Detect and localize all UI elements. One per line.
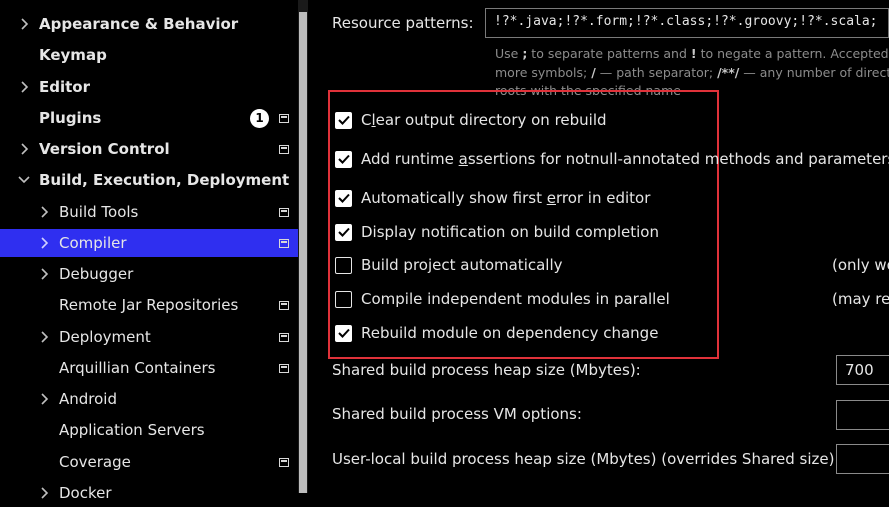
chevron-right-icon[interactable] [18,80,32,94]
tree-item-label: Coverage [59,453,131,471]
runtime-assertions-checkbox[interactable] [335,150,352,168]
show-first-error-option[interactable]: Automatically show first error in editor [335,187,650,209]
build-project-automatically-checkbox[interactable] [335,256,352,274]
project-settings-icon [279,207,289,217]
clear-output-directory-checkbox[interactable] [335,111,352,129]
tree-item-editor[interactable]: Editor [0,73,298,101]
user-heap-size-label: User-local build process heap size (Mbyt… [332,450,840,468]
tree-item-application-servers[interactable]: Application Servers [0,416,298,444]
tree-item-label: Docker [59,484,112,502]
tree-item-docker[interactable]: Docker [0,479,298,507]
chevron-right-icon[interactable] [38,236,52,250]
tree-item-keymap[interactable]: Keymap [0,41,298,69]
tree-item-deployment[interactable]: Deployment [0,323,298,351]
checkbox-label: Clear output directory on rebuild [361,111,607,129]
resource-patterns-hint-line-1: Use ; to separate patterns and ! to nega… [495,46,889,61]
tree-item-label: Editor [39,78,90,96]
tree-item-remote-jar-repositories[interactable]: Remote Jar Repositories [0,291,298,319]
chevron-right-icon[interactable] [18,142,32,156]
tree-item-label: Debugger [59,265,134,283]
compile-modules-parallel-option[interactable]: Compile independent modules in parallel [335,288,670,310]
tree-item-label: Build Tools [59,203,139,221]
tree-item-label: Deployment [59,328,151,346]
project-settings-icon [279,113,289,123]
tree-item-label: Version Control [39,140,170,158]
checkbox-label: Rebuild module on dependency change [361,324,659,342]
chevron-right-icon[interactable] [38,267,52,281]
tree-item-debugger[interactable]: Debugger [0,260,298,288]
rebuild-module-dependency-option[interactable]: Rebuild module on dependency change [335,322,658,344]
project-settings-icon [279,300,289,310]
compile-modules-parallel-checkbox[interactable] [335,290,352,308]
chevron-right-icon[interactable] [38,205,52,219]
project-settings-icon [279,144,289,154]
checkbox-label: Add runtime assertions for notnull-annot… [361,150,889,168]
project-settings-icon [279,332,289,342]
project-settings-icon [279,238,289,248]
sidebar-scrollbar-thumb[interactable] [299,12,307,493]
build-automatically-note: (only wo [832,256,889,274]
chevron-down-icon[interactable] [17,173,31,187]
chevron-right-icon[interactable] [38,392,52,406]
resource-patterns-input[interactable]: !?*.java;!?*.form;!?*.class;!?*.groovy;!… [485,8,889,38]
vm-options-input[interactable] [836,400,889,430]
tree-item-label: Appearance & Behavior [39,15,239,33]
tree-item-version-control[interactable]: Version Control [0,135,298,163]
tree-item-compiler[interactable]: Compiler [0,229,298,257]
tree-item-build-tools[interactable]: Build Tools [0,198,298,226]
checkbox-label: Compile independent modules in parallel [361,290,670,308]
heap-size-label: Shared build process heap size (Mbytes): [332,361,641,379]
build-project-automatically-option[interactable]: Build project automatically [335,254,563,276]
checkbox-label: Display notification on build completion [361,223,659,241]
tree-item-label: Remote Jar Repositories [59,296,239,314]
checkbox-label: Automatically show first error in editor [361,189,651,207]
tree-item-android[interactable]: Android [0,385,298,413]
tree-item-plugins[interactable]: Plugins 1 [0,104,298,132]
show-first-error-checkbox[interactable] [335,189,352,207]
heap-size-input[interactable]: 700 [836,355,889,385]
chevron-right-icon[interactable] [38,330,52,344]
project-settings-icon [279,457,289,467]
vm-options-label: Shared build process VM options: [332,405,582,423]
runtime-assertions-option[interactable]: Add runtime assertions for notnull-annot… [335,148,889,170]
tree-item-label: Keymap [39,46,107,64]
build-completion-notification-option[interactable]: Display notification on build completion [335,221,659,243]
user-heap-size-input[interactable] [836,444,889,474]
tree-item-coverage[interactable]: Coverage [0,448,298,476]
chevron-right-icon[interactable] [38,486,52,500]
tree-item-arquillian-containers[interactable]: Arquillian Containers [0,354,298,382]
tree-item-label: Android [59,390,117,408]
settings-tree: Appearance & Behavior Keymap Editor Plug… [0,0,298,502]
tree-item-label: Compiler [59,234,127,252]
project-settings-icon [279,363,289,373]
parallel-compile-note: (may rec [832,290,889,308]
tree-item-label: Plugins [39,109,102,127]
rebuild-module-dependency-checkbox[interactable] [335,324,352,342]
resource-patterns-hint-line-2: more symbols; / — path separator; /**/ —… [495,65,889,80]
build-completion-notification-checkbox[interactable] [335,223,352,241]
clear-output-directory-option[interactable]: Clear output directory on rebuild [335,109,607,131]
tree-item-build-execution-deployment[interactable]: Build, Execution, Deployment [0,166,298,194]
tree-item-label: Application Servers [59,421,205,439]
tree-item-appearance-behavior[interactable]: Appearance & Behavior [0,10,298,38]
tree-item-label: Build, Execution, Deployment [39,171,290,189]
resource-patterns-label: Resource patterns: [332,14,474,32]
tree-item-label: Arquillian Containers [59,359,216,377]
checkbox-label: Build project automatically [361,256,563,274]
chevron-right-icon[interactable] [18,17,32,31]
update-count-badge: 1 [250,108,269,128]
